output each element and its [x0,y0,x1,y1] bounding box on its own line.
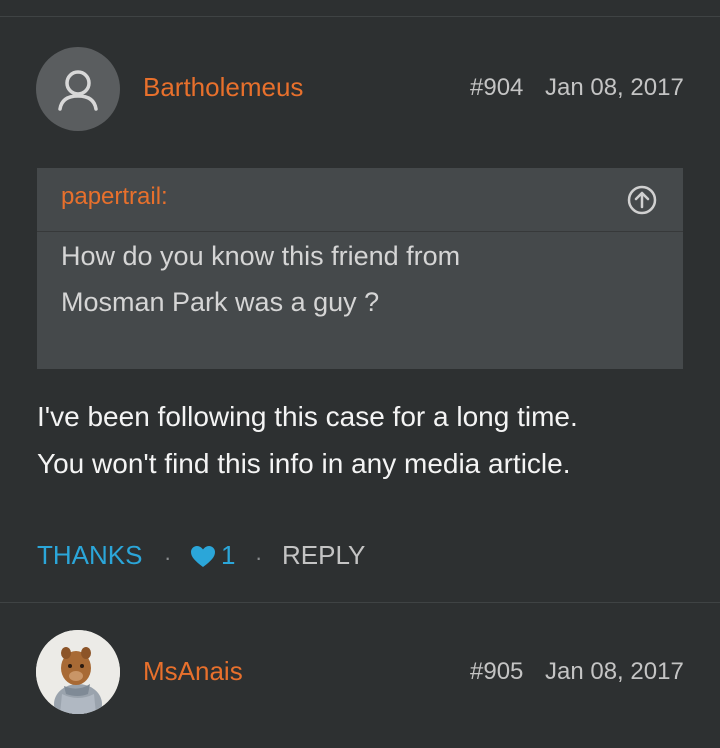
arrow-up-circle-icon[interactable] [626,184,658,216]
top-divider [0,16,720,17]
avatar[interactable] [36,630,120,714]
post-date: Jan 08, 2017 [545,658,684,685]
thanks-button[interactable]: THANKS [37,540,142,571]
avatar[interactable] [36,47,120,131]
quote-author[interactable]: papertrail: [61,183,168,211]
username[interactable]: Bartholemeus [143,72,303,103]
post-number[interactable]: #904 [470,74,523,102]
post-date: Jan 08, 2017 [545,74,684,101]
username[interactable]: MsAnais [143,656,243,687]
post-body-line: I've been following this case for a long… [37,401,578,432]
post-divider [0,602,720,603]
quote-text: How do you know this friend from Mosman … [61,233,661,325]
reply-button[interactable]: REPLY [282,540,365,571]
quote-block: papertrail: How do you know this friend … [37,168,683,369]
like-count: 1 [221,540,236,570]
avatar-photo [36,630,120,714]
quote-line: Mosman Park was a guy ? [61,287,380,317]
post-body-line: You won't find this info in any media ar… [37,448,571,479]
quote-line: How do you know this friend from [61,241,461,271]
user-icon [58,70,98,111]
separator-dot: · [255,545,263,570]
heart-icon[interactable] [190,545,216,569]
post-number[interactable]: #905 [470,658,523,686]
quote-header: papertrail: [37,168,683,232]
separator-dot: · [164,545,172,570]
